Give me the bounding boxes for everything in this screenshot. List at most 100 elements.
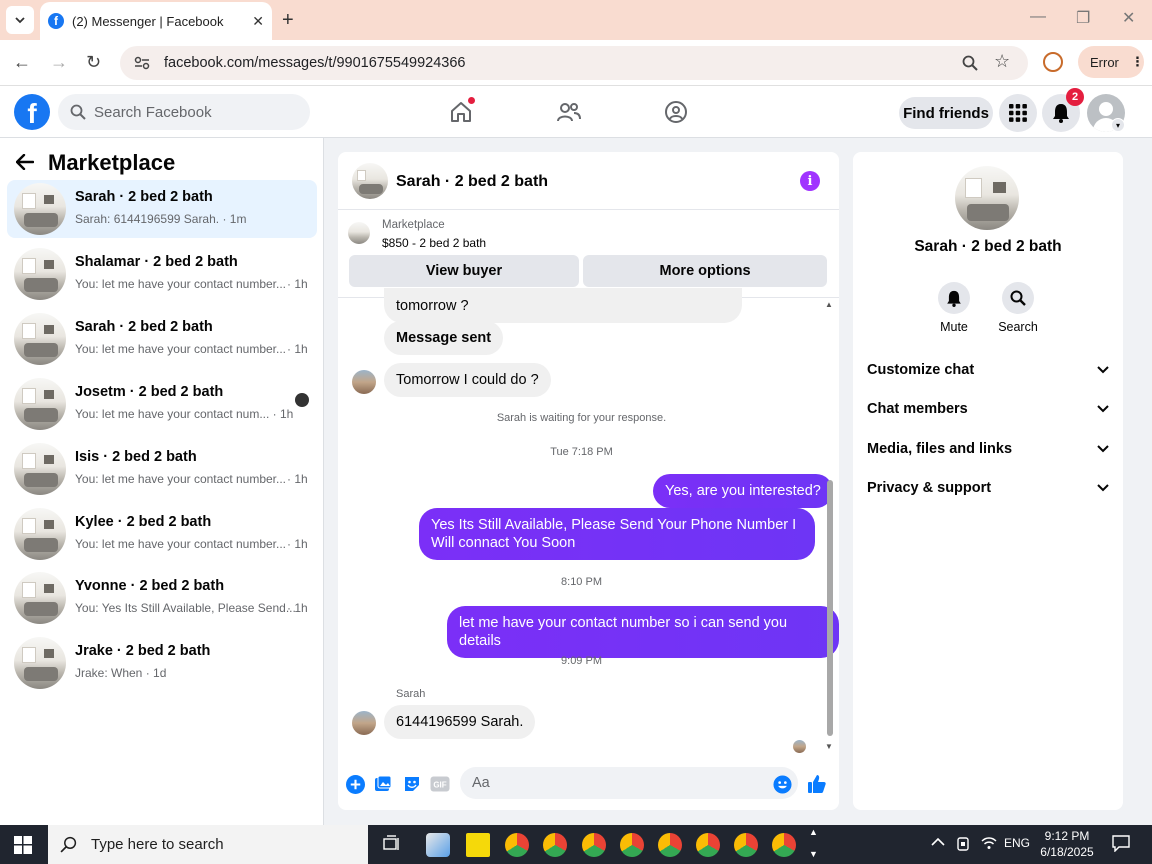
chat-members-section[interactable]: Chat members [867,397,1109,421]
profile-error-button[interactable]: Error ⋮ [1078,46,1144,78]
chrome-icon[interactable] [543,833,567,857]
friends-nav-icon[interactable] [555,98,583,126]
taskbar-scroll-down-icon[interactable]: ▼ [809,849,818,859]
account-chevron-icon[interactable]: ▾ [1111,118,1125,132]
more-menu-icon[interactable]: ⋮ [1131,54,1144,70]
facebook-logo-icon[interactable]: f [14,94,50,130]
chat-title[interactable]: Sarah · 2 bed 2 bath [396,173,548,191]
conversation-item[interactable]: Sarah · 2 bed 2 bath You: let me have yo… [7,310,317,368]
mute-button[interactable]: Mute [924,282,984,334]
message-composer: GIF Aa [338,764,839,804]
message-input[interactable]: Aa [460,767,798,799]
photo-icon[interactable] [373,774,393,794]
chrome-icon[interactable] [696,833,720,857]
facebook-search-input[interactable]: Search Facebook [58,94,310,130]
tab-search-button[interactable] [6,6,34,34]
language-indicator[interactable]: ENG [1004,836,1030,850]
sender-avatar[interactable] [352,711,376,735]
message-bubble-outgoing[interactable]: Yes Its Still Available, Please Send You… [419,508,815,560]
conversation-item[interactable]: Kylee · 2 bed 2 bath You: let me have yo… [7,505,317,563]
taskbar-clock[interactable]: 9:12 PM 6/18/2025 [1036,828,1098,860]
listing-thumbnail [14,378,66,430]
bookmark-star-icon[interactable]: ☆ [994,51,1010,72]
profile-icon[interactable] [1043,52,1063,72]
back-button[interactable]: ← [13,52,31,73]
info-icon[interactable]: i [800,171,820,191]
browser-tab[interactable]: f (2) Messenger | Facebook ✕ [40,2,272,40]
new-tab-button[interactable]: + [282,9,294,32]
emoji-icon[interactable] [772,774,792,794]
conversation-item[interactable]: Sarah · 2 bed 2 bath Sarah: 6144196599 S… [7,180,317,238]
scroll-up-icon[interactable]: ▲ [825,300,833,309]
chat-header: Sarah · 2 bed 2 bath i [338,152,839,210]
message-bubble-incoming[interactable]: Tomorrow I could do ? [384,363,551,397]
add-icon[interactable] [345,774,365,794]
sender-avatar[interactable] [352,370,376,394]
site-settings-icon[interactable] [134,56,150,70]
gif-icon[interactable]: GIF [430,774,450,794]
chat-thumbnail[interactable] [352,163,388,199]
conversation-item[interactable]: Yvonne · 2 bed 2 bath You: Yes Its Still… [7,569,317,627]
taskbar-search-box[interactable]: Type here to search [48,825,368,864]
more-options-button[interactable]: More options [583,255,827,287]
chrome-icon[interactable] [505,833,529,857]
reload-button[interactable]: ↻ [86,52,101,73]
taskbar-scroll-up-icon[interactable]: ▲ [809,827,818,837]
chat-scrollbar[interactable]: ▲ ▼ [825,298,835,754]
close-tab-icon[interactable]: ✕ [252,13,264,30]
conversation-item[interactable]: Jrake · 2 bed 2 bath Jrake: When · 1d [7,634,317,692]
conversation-preview: You: let me have your contact number... [75,277,287,291]
search-conversation-button[interactable]: Search [988,282,1048,334]
chrome-icon[interactable] [772,833,796,857]
back-arrow-icon[interactable] [15,150,35,176]
close-window-button[interactable]: ✕ [1122,8,1135,28]
conversation-item[interactable]: Isis · 2 bed 2 bath You: let me have you… [7,440,317,498]
zoom-icon[interactable] [962,55,978,71]
sticky-notes-icon[interactable] [466,833,490,857]
search-label: Search [998,320,1038,334]
marketplace-header: Marketplace [15,150,176,176]
media-files-links-section[interactable]: Media, files and links [867,437,1109,461]
menu-grid-button[interactable] [999,94,1037,132]
tray-chevron-up-icon[interactable] [931,834,945,849]
windows-start-icon[interactable] [14,836,32,859]
task-view-icon[interactable] [383,835,401,858]
wifi-icon[interactable] [981,836,997,853]
groups-nav-icon[interactable] [662,98,690,126]
conversation-item[interactable]: Shalamar · 2 bed 2 bath You: let me have… [7,245,317,303]
privacy-support-section[interactable]: Privacy & support [867,476,1109,500]
like-icon[interactable] [807,774,827,794]
scroll-down-icon[interactable]: ▼ [825,742,833,751]
sticker-icon[interactable] [402,774,422,794]
taskbar-app-icon[interactable] [426,833,450,857]
forward-button[interactable]: → [50,52,68,73]
message-bubble-incoming[interactable]: tomorrow ? [384,288,742,323]
notification-center-icon[interactable] [1112,835,1130,855]
customize-chat-section[interactable]: Customize chat [867,358,1109,382]
view-buyer-button[interactable]: View buyer [349,255,579,287]
chrome-icon[interactable] [734,833,758,857]
maximize-button[interactable]: ❐ [1076,8,1090,28]
chrome-icon[interactable] [620,833,644,857]
tab-title: (2) Messenger | Facebook [72,13,224,29]
chrome-icon[interactable] [582,833,606,857]
message-bubble-incoming[interactable]: Message sent [384,321,504,355]
message-thread: tomorrow ? Message sent Tomorrow I could… [338,288,839,758]
url-text: facebook.com/messages/t/9901675549924366 [164,55,466,71]
message-bubble-outgoing[interactable]: Yes, are you interested? [653,474,833,508]
find-friends-button[interactable]: Find friends [899,97,993,129]
profile-thumbnail[interactable] [955,166,1019,230]
scrollbar-thumb[interactable] [827,480,833,736]
message-bubble-outgoing[interactable]: let me have your contact number so i can… [447,606,839,658]
network-device-icon[interactable] [956,836,970,855]
message-input-placeholder: Aa [472,775,490,791]
minimize-button[interactable]: — [1030,8,1046,26]
mute-label: Mute [940,320,968,334]
message-bubble-incoming[interactable]: 6144196599 Sarah. [384,705,536,739]
sidebar-title: Marketplace [48,150,176,175]
profile-name: Sarah · 2 bed 2 bath [914,238,1062,255]
conversation-item[interactable]: Josetm · 2 bed 2 bath You: let me have y… [7,375,317,433]
listing-thumbnail [348,222,370,244]
chrome-icon[interactable] [658,833,682,857]
address-bar[interactable]: facebook.com/messages/t/9901675549924366… [120,46,1028,80]
